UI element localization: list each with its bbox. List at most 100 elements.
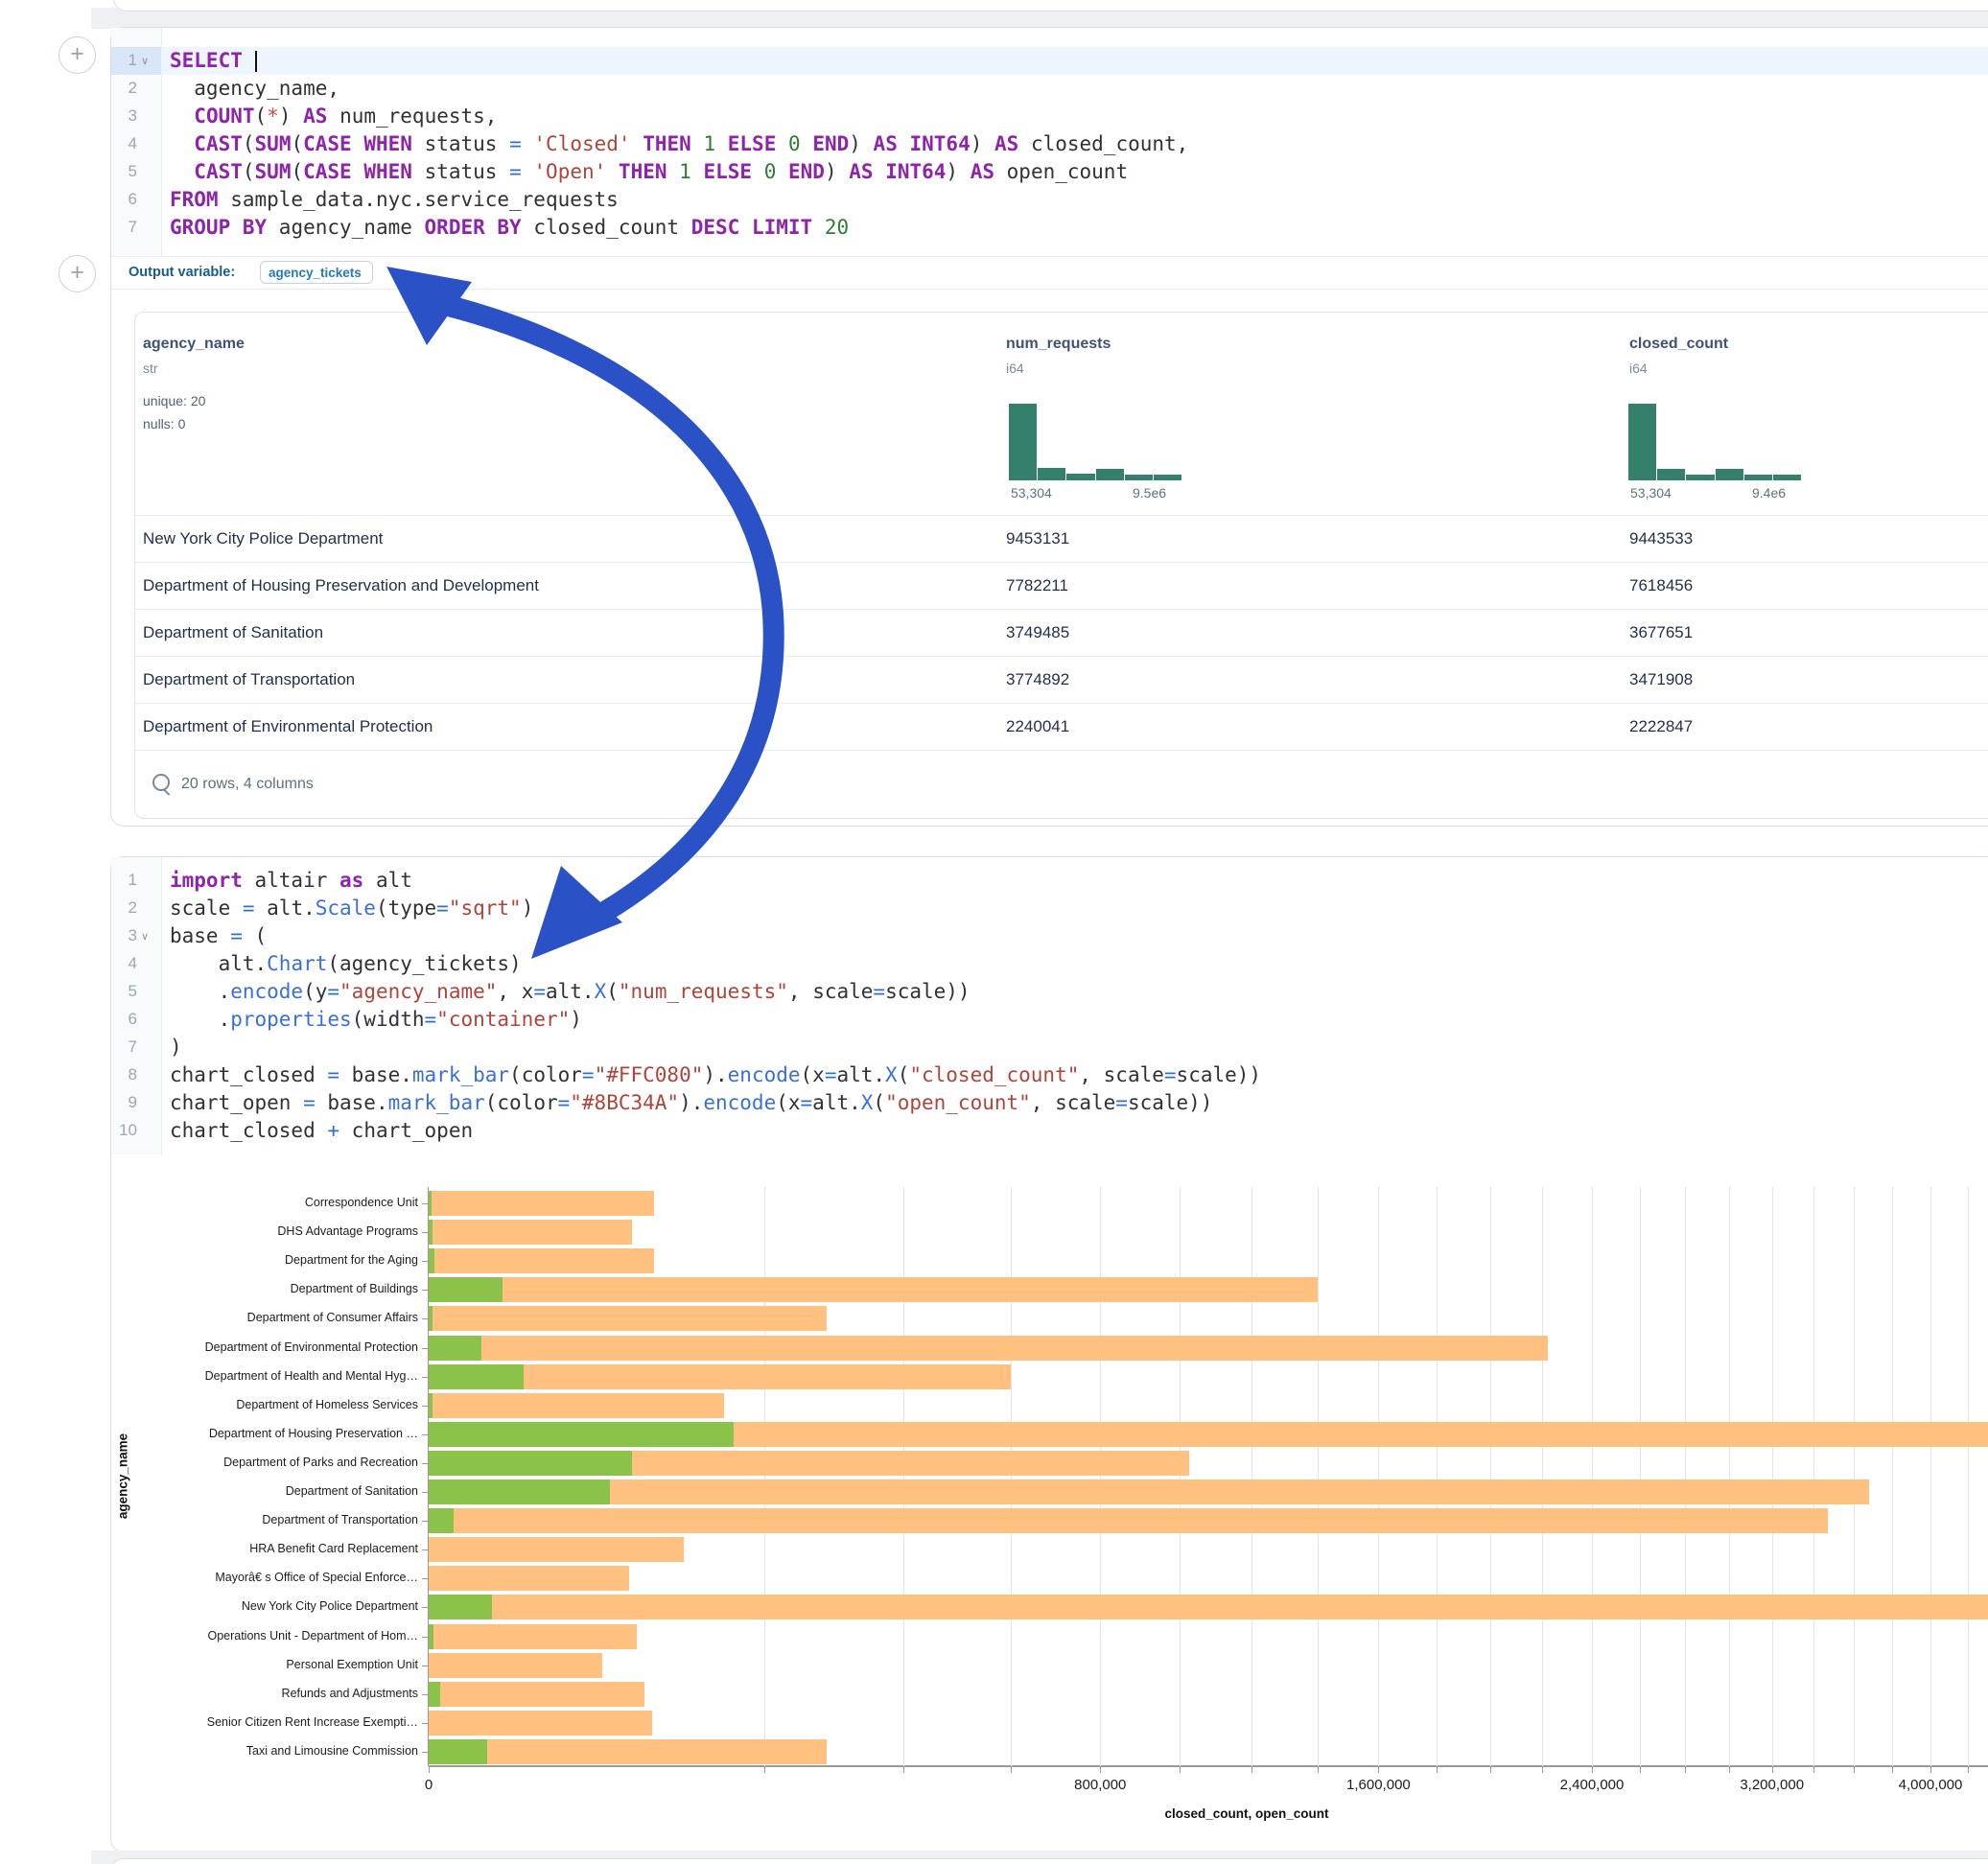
cell-agency-name: Department of Housing Preservation and D… [143,576,539,595]
y-axis-tick [422,1549,428,1550]
y-axis-label: Department of Homeless Services [110,1398,418,1411]
column-header-closed-count[interactable]: closed_count [1629,336,1728,353]
cell-closed-count: 9443533 [1629,529,1693,548]
output-variable-row: Output variable: agency_tickets [111,256,1988,290]
code-line[interactable]: 7GROUP BY agency_name ORDER BY closed_co… [111,214,1988,242]
chart-bar-open [429,1422,734,1447]
line-number: 2 [129,898,137,918]
y-axis-label: DHS Advantage Programs [110,1224,418,1238]
gridline [1729,1187,1730,1766]
table-row: Department of Transportation377489234719… [135,656,1988,703]
histogram-min-label: 53,304 [1011,485,1052,501]
line-number-cell: 2 [111,75,161,103]
code-line-text: base = ( [161,922,1988,950]
chart-bar-closed [429,1480,1869,1504]
line-number: 9 [129,1093,137,1112]
table-row: Department of Environmental Protection22… [135,703,1988,750]
x-axis-tick [429,1767,430,1773]
histogram-bar [1744,475,1772,480]
search-icon[interactable] [152,774,170,791]
gridline [1378,1187,1379,1766]
y-axis-label: Department of Environmental Protection [110,1340,418,1354]
line-number: 6 [129,1010,137,1029]
text-cursor [255,51,257,72]
line-number: 2 [129,79,137,98]
y-axis-label: Taxi and Limousine Commission [110,1744,418,1758]
histogram-bar [1154,475,1181,480]
cell-closed-count: 3677651 [1629,623,1693,642]
fold-chevron-icon[interactable]: ∨ [141,930,149,943]
code-line-text: chart_closed = base.mark_bar(color="#FFC… [161,1061,1988,1089]
y-axis-tick [422,1607,428,1608]
gridline [903,1187,904,1766]
cell-num-requests: 7782211 [1006,576,1068,595]
cell-num-requests: 2240041 [1006,717,1069,736]
add-cell-button[interactable]: + [58,36,96,74]
line-number: 5 [129,982,137,1001]
code-line-text: alt.Chart(agency_tickets) [161,950,1988,978]
chart-bar-closed [429,1595,1988,1619]
line-number: 8 [129,1065,137,1084]
gridline [1437,1187,1438,1766]
chart-bar-open [429,1508,454,1533]
gridline [764,1187,765,1766]
line-number: 3 [129,106,137,126]
gridline [1251,1187,1252,1766]
y-axis-label: Personal Exemption Unit [110,1658,418,1671]
code-line-text: GROUP BY agency_name ORDER BY closed_cou… [161,214,1988,242]
line-number: 4 [129,134,137,153]
notebook-page: 1∨SELECT 2 agency_name,3 COUNT(*) AS num… [0,0,1988,1864]
code-line[interactable]: 7) [111,1034,1988,1061]
code-line[interactable]: 6 .properties(width="container") [111,1006,1988,1034]
chart-bar-open [429,1595,492,1619]
chart-bar-closed [429,1248,654,1273]
code-line[interactable]: 6FROM sample_data.nyc.service_requests [111,186,1988,214]
code-line[interactable]: 9chart_open = base.mark_bar(color="#8BC3… [111,1089,1988,1117]
chart-bar-closed [429,1653,602,1678]
cell-agency-name: Department of Sanitation [143,623,323,642]
code-line[interactable]: 2scale = alt.Scale(type="sqrt") [111,895,1988,922]
histogram-bar [1773,475,1801,480]
line-number: 7 [129,1037,137,1057]
line-number: 3 [129,926,137,945]
column-header-agency-name[interactable]: agency_name [143,336,245,353]
y-axis-tick [422,1261,428,1262]
y-axis-label: Department of Health and Mental Hyg… [110,1369,418,1383]
code-line[interactable]: 3 ∨ base = ( [111,922,1988,950]
y-axis-tick [422,1203,428,1204]
x-axis-tick [1813,1767,1814,1773]
code-line[interactable]: 5 .encode(y="agency_name", x=alt.X("num_… [111,978,1988,1006]
line-number-cell: 8 [111,1061,161,1089]
code-line[interactable]: 8 chart_closed = base.mark_bar(color="#FF… [111,1061,1988,1089]
line-number-cell: 7 [111,214,161,242]
y-axis-tick [422,1463,428,1464]
histogram-bar [1096,469,1124,480]
x-axis-tick [903,1767,904,1773]
column-header-num-requests[interactable]: num_requests [1006,336,1111,353]
histogram-bar [1628,404,1656,480]
chart-bar-open [429,1451,632,1476]
code-line-text: chart_closed + chart_open [161,1117,1988,1145]
code-line[interactable]: 10chart_closed + chart_open [111,1117,1988,1145]
y-axis-tick [422,1694,428,1695]
table-row: Department of Sanitation37494853677651 [135,609,1988,656]
code-line-text: import altair as alt [161,867,1988,895]
gridline [1542,1187,1543,1766]
code-line[interactable]: 1∨SELECT [111,47,1988,75]
code-line[interactable]: 2 agency_name, [111,75,1988,103]
code-line[interactable]: 4 CAST(SUM(CASE WHEN status = 'Closed' T… [111,130,1988,158]
code-line[interactable]: 5 CAST(SUM(CASE WHEN status = 'Open' THE… [111,158,1988,186]
output-variable-chip[interactable]: agency_tickets [260,261,373,284]
code-line[interactable]: 4 alt.Chart(agency_tickets) [111,950,1988,978]
line-number-cell: 4 [111,950,161,978]
fold-chevron-icon[interactable]: ∨ [141,55,149,67]
x-axis-tick [1251,1767,1252,1773]
x-axis-tick [1592,1767,1593,1773]
chart-bar-open [429,1624,433,1649]
table-row: Department of Housing Preservation and D… [135,562,1988,609]
code-line[interactable]: 1import altair as alt [111,867,1988,895]
chart-bar-closed [429,1711,652,1736]
add-cell-button[interactable]: + [58,255,96,292]
code-line[interactable]: 3 COUNT(*) AS num_requests, [111,103,1988,130]
x-axis-tick [1968,1767,1969,1773]
